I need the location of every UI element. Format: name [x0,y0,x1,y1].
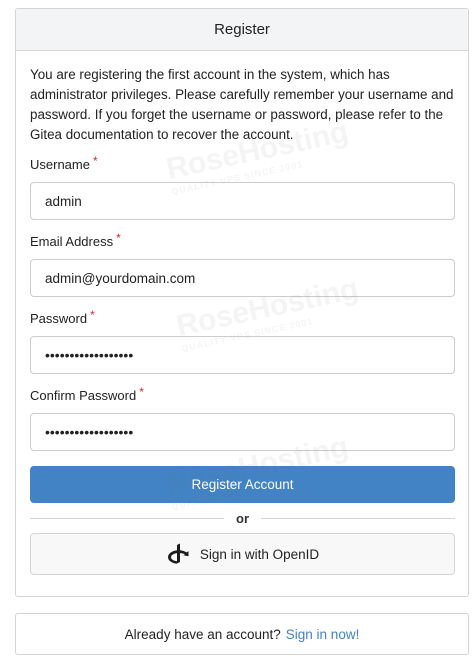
divider-line-left [30,517,224,519]
card-header: Register [16,9,468,51]
required-indicator: * [116,231,121,245]
divider-line-right [261,517,455,519]
register-card: Register You are registering the first a… [15,8,469,597]
confirm-password-field-group: Confirm Password * [30,385,455,451]
email-label: Email Address * [30,231,121,249]
sign-in-now-link[interactable]: Sign in now! [286,627,360,642]
username-field-group: Username * [30,154,455,220]
openid-icon [166,542,190,566]
register-account-button[interactable]: Register Account [30,466,455,503]
email-input[interactable] [30,259,455,297]
openid-button-label: Sign in with OpenID [199,546,320,562]
confirm-password-label: Confirm Password * [30,385,144,403]
required-indicator: * [139,385,144,399]
confirm-password-input[interactable] [30,413,455,451]
page-title: Register [214,21,270,38]
password-field-group: Password * [30,308,455,374]
password-input[interactable] [30,336,455,374]
divider-or-text: or [236,510,249,526]
sign-in-prompt-card: Already have an account? Sign in now! [15,613,469,655]
username-input[interactable] [30,182,455,220]
password-label: Password * [30,308,95,326]
username-label: Username * [30,154,98,172]
email-field-group: Email Address * [30,231,455,297]
sign-in-openid-button[interactable]: Sign in with OpenID [30,533,455,575]
required-indicator: * [92,154,98,168]
admin-notice: You are registering the first account in… [30,67,454,142]
required-indicator: * [90,308,95,322]
or-divider: or [30,510,455,526]
already-have-account-text: Already have an account? [124,626,281,642]
register-form: You are registering the first account in… [16,51,468,575]
